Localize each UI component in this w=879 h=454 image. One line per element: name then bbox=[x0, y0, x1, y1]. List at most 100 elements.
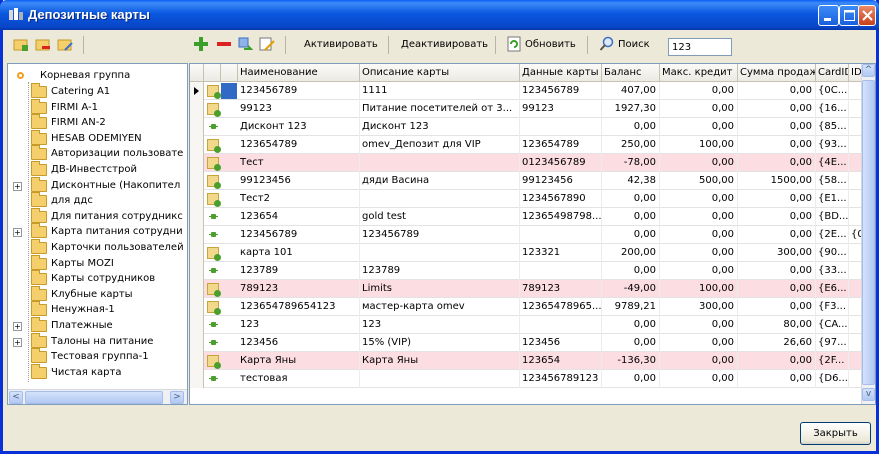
cell-sales-sum[interactable]: 0,00 bbox=[738, 208, 816, 226]
cell-description[interactable] bbox=[360, 244, 520, 262]
cell-balance[interactable]: 0,00 bbox=[602, 190, 660, 208]
cell-cardid[interactable]: {E1... bbox=[816, 190, 849, 208]
table-row[interactable]: 789123 Limits 789123 -49,00 100,00 0,00 {E6... bbox=[190, 280, 863, 298]
cell-balance[interactable]: 0,00 bbox=[602, 316, 660, 334]
cell-card-data[interactable]: 99123 bbox=[520, 100, 602, 118]
cell-description[interactable]: omev_Депозит для VIP bbox=[360, 136, 520, 154]
cell-cardid[interactable]: {2E... bbox=[816, 226, 849, 244]
table-row[interactable]: 99123 Питание посетителей от 3... 99123 192… bbox=[190, 100, 863, 118]
cell-name[interactable]: карта 101 bbox=[238, 244, 360, 262]
row-indicator[interactable] bbox=[190, 316, 204, 334]
table-row[interactable]: тестовая 123456789123 0,00 0,00 0,00 {D6... bbox=[190, 370, 863, 388]
cell-max-credit[interactable]: 0,00 bbox=[660, 118, 738, 136]
cell-max-credit[interactable]: 0,00 bbox=[660, 208, 738, 226]
cell-balance[interactable]: 9789,21 bbox=[602, 298, 660, 316]
tree-horizontal-scrollbar[interactable]: < > bbox=[8, 389, 187, 404]
cell-balance[interactable]: 0,00 bbox=[602, 208, 660, 226]
table-row[interactable]: Тест 0123456789 -78,00 0,00 0,00 {4E... bbox=[190, 154, 863, 172]
cell-balance[interactable]: -136,30 bbox=[602, 352, 660, 370]
row-indicator[interactable] bbox=[190, 280, 204, 298]
row-indicator[interactable] bbox=[190, 208, 204, 226]
row-indicator[interactable] bbox=[190, 352, 204, 370]
cell-sales-sum[interactable]: 300,00 bbox=[738, 244, 816, 262]
close-window-button[interactable] bbox=[858, 5, 876, 26]
cell-balance[interactable]: 0,00 bbox=[602, 334, 660, 352]
cell-sales-sum[interactable]: 0,00 bbox=[738, 352, 816, 370]
title-bar[interactable]: Депозитные карты bbox=[0, 0, 879, 30]
cell-balance[interactable]: 0,00 bbox=[602, 118, 660, 136]
cell-balance[interactable]: 200,00 bbox=[602, 244, 660, 262]
cell-description[interactable]: Limits bbox=[360, 280, 520, 298]
cell-name[interactable]: Тест2 bbox=[238, 190, 360, 208]
cell-name[interactable]: 123654 bbox=[238, 208, 360, 226]
cell-name[interactable]: 123654789 bbox=[238, 136, 360, 154]
row-indicator[interactable] bbox=[190, 262, 204, 280]
cell-sales-sum[interactable]: 0,00 bbox=[738, 370, 816, 388]
cell-sales-sum[interactable]: 0,00 bbox=[738, 262, 816, 280]
cell-cardid[interactable]: {D6... bbox=[816, 370, 849, 388]
row-indicator[interactable] bbox=[190, 298, 204, 316]
cell-card-data[interactable]: 99123456 bbox=[520, 172, 602, 190]
table-row[interactable]: 99123456 дяди Васина 99123456 42,38 500,00 15… bbox=[190, 172, 863, 190]
header-card-data[interactable]: Данные карты bbox=[520, 64, 602, 82]
cell-description[interactable]: Питание посетителей от 3... bbox=[360, 100, 520, 118]
maximize-button[interactable] bbox=[839, 5, 860, 26]
cell-max-credit[interactable]: 0,00 bbox=[660, 244, 738, 262]
cell-sales-sum[interactable]: 80,00 bbox=[738, 316, 816, 334]
cell-name[interactable]: 123456 bbox=[238, 334, 360, 352]
cell-name[interactable]: тестовая bbox=[238, 370, 360, 388]
cell-name[interactable]: Тест bbox=[238, 154, 360, 172]
grid-vertical-scrollbar[interactable]: ^ v bbox=[861, 64, 875, 404]
cell-sales-sum[interactable]: 26,60 bbox=[738, 334, 816, 352]
table-row[interactable]: 123654789654123 мастер-карта omev 12365478… bbox=[190, 298, 863, 316]
cell-cardid[interactable]: {93... bbox=[816, 136, 849, 154]
cell-max-credit[interactable]: 300,00 bbox=[660, 298, 738, 316]
scroll-up-icon[interactable]: ^ bbox=[862, 64, 875, 77]
cell-balance[interactable]: 0,00 bbox=[602, 262, 660, 280]
cell-description[interactable]: дяди Васина bbox=[360, 172, 520, 190]
add-card-icon[interactable] bbox=[193, 36, 209, 52]
header-balance[interactable]: Баланс bbox=[602, 64, 660, 82]
table-row[interactable]: 123654789 omev_Депозит для VIP 123654789 25… bbox=[190, 136, 863, 154]
cell-card-data[interactable] bbox=[520, 262, 602, 280]
cell-max-credit[interactable]: 0,00 bbox=[660, 316, 738, 334]
cell-cardid[interactable]: {85... bbox=[816, 118, 849, 136]
cell-name[interactable]: 99123456 bbox=[238, 172, 360, 190]
deactivate-button[interactable]: Деактивировать bbox=[397, 35, 492, 55]
cell-sales-sum[interactable]: 0,00 bbox=[738, 154, 816, 172]
table-row[interactable]: 123789 123789 0,00 0,00 0,00 {33... bbox=[190, 262, 863, 280]
cell-balance[interactable]: 250,00 bbox=[602, 136, 660, 154]
cell-sales-sum[interactable]: 0,00 bbox=[738, 82, 816, 100]
header-cardid[interactable]: CardID bbox=[816, 64, 849, 82]
row-indicator[interactable] bbox=[190, 190, 204, 208]
header-name[interactable]: Наименование bbox=[238, 64, 360, 82]
header-sales-sum[interactable]: Сумма продаж bbox=[738, 64, 816, 82]
row-indicator[interactable] bbox=[190, 118, 204, 136]
scroll-right-icon[interactable]: > bbox=[170, 391, 184, 404]
row-indicator[interactable] bbox=[190, 100, 204, 118]
cell-card-data[interactable] bbox=[520, 226, 602, 244]
cell-cardid[interactable]: {90... bbox=[816, 244, 849, 262]
row-indicator[interactable] bbox=[190, 154, 204, 172]
table-row[interactable]: Тест2 1234567890 0,00 0,00 0,00 {E1... bbox=[190, 190, 863, 208]
cell-name[interactable]: 789123 bbox=[238, 280, 360, 298]
row-indicator[interactable] bbox=[190, 82, 204, 100]
row-indicator[interactable] bbox=[190, 136, 204, 154]
expand-icon[interactable]: + bbox=[13, 337, 22, 347]
cell-card-data[interactable]: 123654789 bbox=[520, 136, 602, 154]
row-indicator[interactable] bbox=[190, 244, 204, 262]
row-indicator[interactable] bbox=[190, 226, 204, 244]
expand-icon[interactable]: + bbox=[13, 322, 22, 331]
cell-card-data[interactable]: 12365478965... bbox=[520, 298, 602, 316]
table-row[interactable]: 123 123 0,00 0,00 80,00 {CA... bbox=[190, 316, 863, 334]
cell-sales-sum[interactable]: 0,00 bbox=[738, 136, 816, 154]
cell-max-credit[interactable]: 0,00 bbox=[660, 226, 738, 244]
cell-max-credit[interactable]: 0,00 bbox=[660, 352, 738, 370]
expand-icon[interactable]: + bbox=[13, 181, 22, 191]
row-indicator[interactable] bbox=[190, 370, 204, 388]
cell-max-credit[interactable]: 100,00 bbox=[660, 136, 738, 154]
cell-name[interactable]: 123789 bbox=[238, 262, 360, 280]
move-card-icon[interactable] bbox=[237, 36, 253, 52]
cell-sales-sum[interactable]: 0,00 bbox=[738, 190, 816, 208]
search-icon[interactable] bbox=[599, 36, 615, 52]
